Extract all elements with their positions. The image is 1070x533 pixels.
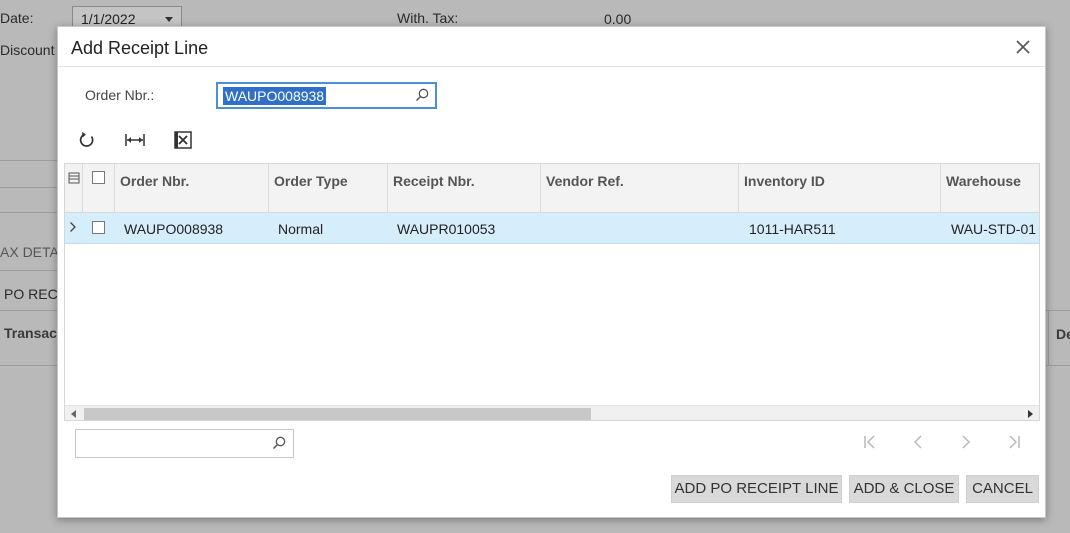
order-nbr-value[interactable]: WAUPO008938 xyxy=(223,87,327,105)
add-po-receipt-line-button[interactable]: ADD PO RECEIPT LINE xyxy=(671,475,842,503)
first-page-icon[interactable] xyxy=(860,432,880,452)
close-icon[interactable] xyxy=(1015,39,1031,55)
scroll-right-icon[interactable] xyxy=(1028,410,1033,418)
search-icon[interactable] xyxy=(415,88,430,103)
date-value: 1/1/2022 xyxy=(81,11,136,27)
select-all-checkbox[interactable] xyxy=(92,171,105,184)
order-nbr-field[interactable]: WAUPO008938 xyxy=(216,82,437,109)
fit-columns-icon[interactable] xyxy=(124,129,146,151)
cell-receipt-nbr: WAUPR010053 xyxy=(397,221,496,237)
column-receipt-nbr[interactable]: Receipt Nbr. xyxy=(388,164,541,213)
column-config-icon[interactable] xyxy=(68,172,80,184)
dialog-header: Add Receipt Line xyxy=(58,27,1045,67)
column-order-nbr[interactable]: Order Nbr. xyxy=(115,164,269,213)
with-tax-label: With. Tax: xyxy=(397,10,459,26)
add-receipt-line-dialog: Add Receipt Line Order Nbr.: WAUPO008938 xyxy=(57,26,1046,518)
next-page-icon[interactable] xyxy=(956,432,976,452)
select-all-header xyxy=(83,164,115,213)
order-nbr-label: Order Nbr.: xyxy=(85,87,155,103)
cell-vendor-ref xyxy=(541,213,550,244)
column-order-type[interactable]: Order Type xyxy=(269,164,388,213)
dialog-title: Add Receipt Line xyxy=(71,38,209,58)
horizontal-scrollbar[interactable] xyxy=(65,405,1039,420)
tab-po-receipt[interactable]: PO REC xyxy=(4,286,58,302)
table-row[interactable]: WAUPO008938 Normal WAUPR010053 1011-HAR5… xyxy=(65,213,1039,244)
scroll-left-icon[interactable] xyxy=(71,410,76,418)
cancel-button[interactable]: CANCEL xyxy=(966,475,1039,503)
refresh-icon[interactable] xyxy=(76,129,98,151)
column-de: De xyxy=(1056,326,1070,342)
divider xyxy=(1048,310,1049,365)
receipt-lines-grid: Order Nbr. Order Type Receipt Nbr. Vendo… xyxy=(64,163,1040,421)
divider xyxy=(0,212,57,213)
divider xyxy=(0,187,57,188)
column-inventory-id[interactable]: Inventory ID xyxy=(739,164,941,213)
cell-warehouse: WAU-STD-01 xyxy=(951,221,1037,237)
add-and-close-button[interactable]: ADD & CLOSE xyxy=(849,475,959,503)
scrollbar-thumb[interactable] xyxy=(84,408,591,420)
tab-tax-details[interactable]: AX DETA xyxy=(0,244,59,260)
row-selector-header[interactable] xyxy=(65,164,83,213)
last-page-icon[interactable] xyxy=(1004,432,1024,452)
divider xyxy=(0,270,57,271)
chevron-down-icon[interactable] xyxy=(165,17,173,22)
column-transaction: Transact xyxy=(4,325,62,341)
cell-inventory-id: 1011-HAR511 xyxy=(749,221,836,237)
cell-order-type: Normal xyxy=(278,221,324,237)
grid-header: Order Nbr. Order Type Receipt Nbr. Vendo… xyxy=(65,164,1039,213)
column-vendor-ref[interactable]: Vendor Ref. xyxy=(541,164,739,213)
date-label: Date: xyxy=(0,10,34,26)
chevron-right-icon[interactable] xyxy=(69,221,77,233)
grid-search-input[interactable] xyxy=(75,429,294,458)
row-checkbox[interactable] xyxy=(92,221,105,234)
previous-page-icon[interactable] xyxy=(908,432,928,452)
divider xyxy=(0,160,57,161)
search-icon[interactable] xyxy=(272,436,287,451)
column-warehouse[interactable]: Warehouse xyxy=(941,164,1039,213)
discount-label: Discount xyxy=(0,42,55,58)
export-excel-icon[interactable] xyxy=(172,129,194,151)
with-tax-value: 0.00 xyxy=(604,11,632,27)
cell-order-nbr: WAUPO008938 xyxy=(124,221,224,237)
